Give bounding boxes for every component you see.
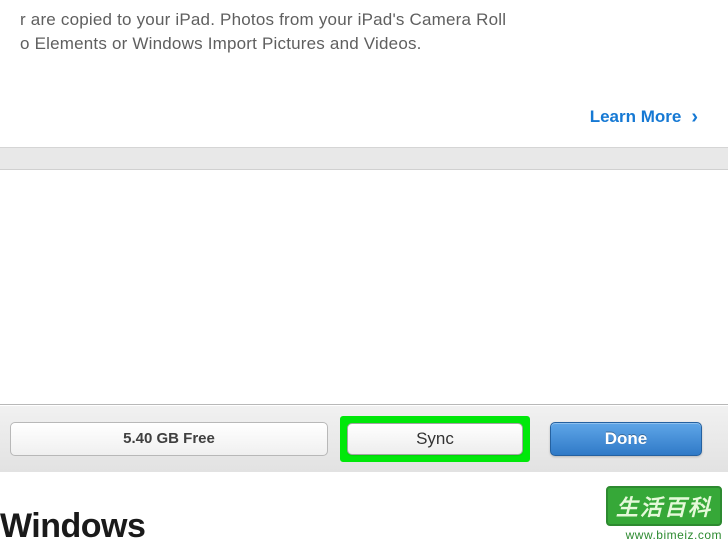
content-area <box>0 170 728 405</box>
sync-highlight-box: Sync <box>340 416 530 462</box>
storage-free-label: 5.40 GB Free <box>123 430 215 447</box>
description-text: r are copied to your iPad. Photos from y… <box>20 8 708 56</box>
done-button[interactable]: Done <box>550 422 702 456</box>
info-panel: r are copied to your iPad. Photos from y… <box>0 0 728 148</box>
storage-indicator[interactable]: 5.40 GB Free <box>10 422 328 456</box>
learn-more-link[interactable]: Learn More › <box>590 106 698 129</box>
watermark-url: www.bimeiz.com <box>606 528 722 542</box>
learn-more-row: Learn More › <box>20 106 708 129</box>
learn-more-label: Learn More <box>590 107 682 127</box>
watermark: 生活百科 www.bimeiz.com <box>606 486 722 542</box>
chevron-right-icon: › <box>691 106 698 129</box>
section-divider-bar <box>0 148 728 170</box>
footer-caption: Windows <box>0 507 145 546</box>
sync-button[interactable]: Sync <box>347 423 523 455</box>
watermark-logo: 生活百科 <box>606 486 722 526</box>
description-line-1: r are copied to your iPad. Photos from y… <box>20 10 506 29</box>
description-line-2: o Elements or Windows Import Pictures an… <box>20 34 422 53</box>
action-bar: 5.40 GB Free Sync Done <box>0 405 728 472</box>
